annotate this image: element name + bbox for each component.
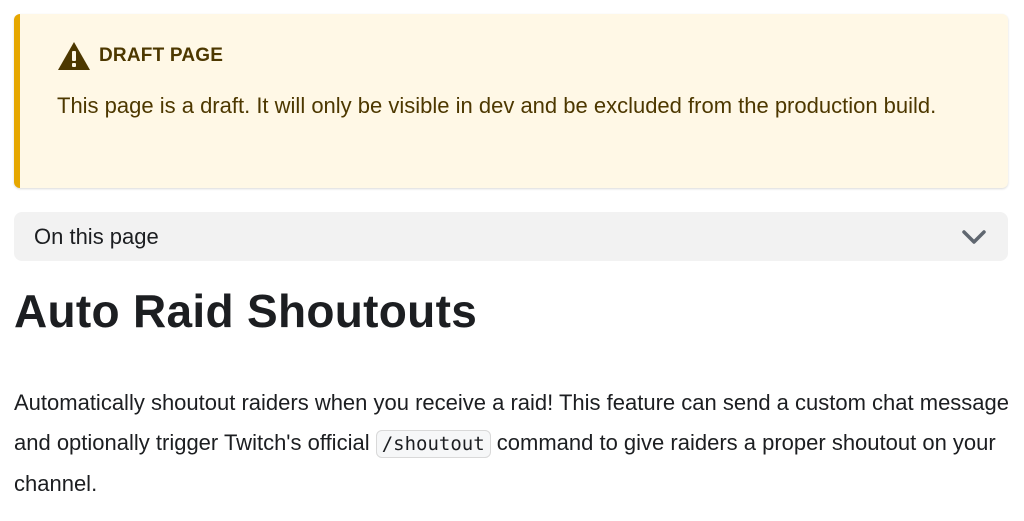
toc-label: On this page [34,223,159,249]
warning-triangle-icon [57,41,91,71]
shoutout-command-code: /shoutout [375,430,491,458]
intro-paragraph: Automatically shoutout raiders when you … [14,383,1014,504]
admonition-title: DRAFT PAGE [99,45,224,66]
on-this-page-toggle[interactable]: On this page [14,212,1008,261]
admonition-body: This page is a draft. It will only be vi… [57,93,937,118]
page-title: Auto Raid Shoutouts [14,285,478,337]
docs-page: DRAFT PAGE This page is a draft. It will… [0,0,1024,521]
draft-warning-admonition: DRAFT PAGE This page is a draft. It will… [14,14,1008,188]
chevron-down-icon [960,227,988,247]
admonition-heading: DRAFT PAGE [57,40,968,72]
